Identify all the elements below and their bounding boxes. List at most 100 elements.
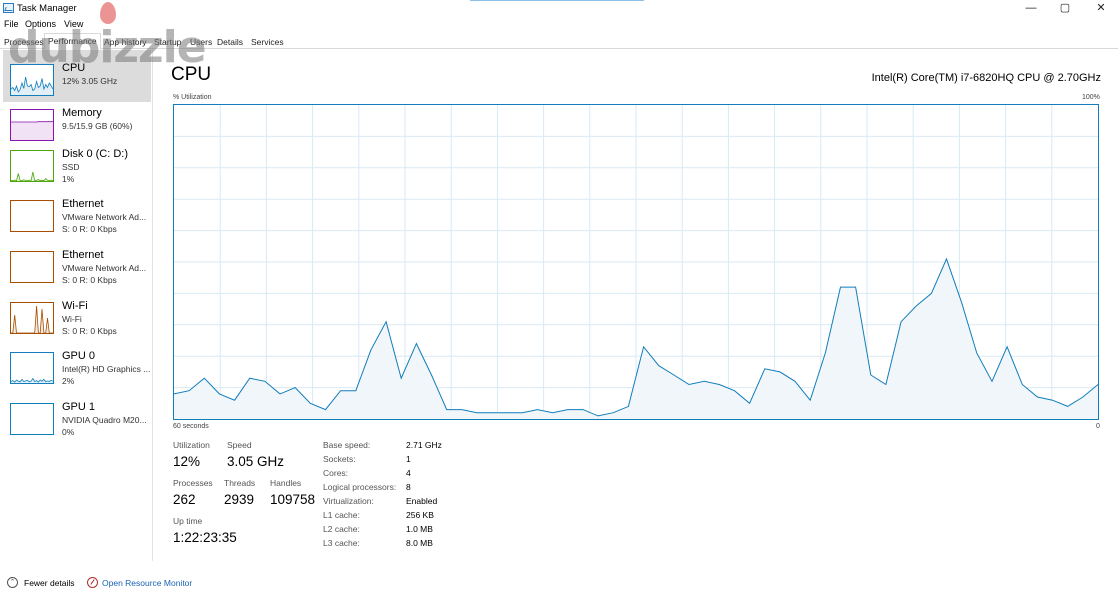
tab-users[interactable]: Users: [187, 35, 215, 49]
fewer-details-link[interactable]: Fewer details: [24, 578, 75, 588]
sidebar-item-value: 0%: [62, 427, 75, 437]
sidebar-item-value: S: 0 R: 0 Kbps: [62, 326, 117, 336]
sidebar-item[interactable]: Wi-Fi Wi-Fi S: 0 R: 0 Kbps: [3, 296, 151, 344]
processes-label: Processes: [173, 478, 213, 488]
sidebar-item-title: GPU 0: [62, 350, 96, 362]
sidebar-thumbnail-graph: [10, 64, 54, 96]
task-manager-icon: [3, 3, 14, 13]
title-accent-line: [470, 0, 644, 1]
info-value: 1: [406, 454, 411, 464]
processes-value: 262: [173, 492, 196, 507]
handles-label: Handles: [270, 478, 302, 488]
info-label: L3 cache:: [323, 538, 360, 548]
sidebar-item-detail: SSD: [62, 162, 80, 172]
info-value: 8: [406, 482, 411, 492]
info-label: Virtualization:: [323, 496, 374, 506]
close-button[interactable]: ✕: [1086, 1, 1116, 15]
cpu-model-name: Intel(R) Core(TM) i7-6820HQ CPU @ 2.70GH…: [871, 72, 1101, 84]
page-title: CPU: [171, 64, 212, 85]
sidebar-item-detail: NVIDIA Quadro M20...: [62, 415, 147, 425]
thumbnail-area: [11, 121, 53, 140]
thumbnail-area: [11, 306, 53, 333]
info-label: L2 cache:: [323, 524, 360, 534]
sidebar-item[interactable]: GPU 0 Intel(R) HD Graphics ... 2%: [3, 346, 151, 394]
speed-value: 3.05 GHz: [227, 454, 285, 469]
sidebar-thumbnail-graph: [10, 150, 54, 182]
sidebar-item-value: S: 0 R: 0 Kbps: [62, 275, 117, 285]
sidebar-item-title: CPU: [62, 62, 86, 74]
sidebar-item-detail: VMware Network Ad...: [62, 212, 147, 222]
min-axis-label: 0: [1096, 423, 1100, 430]
footer-divider: [0, 561, 1118, 562]
sidebar-item[interactable]: Ethernet VMware Network Ad... S: 0 R: 0 Kb…: [3, 194, 151, 242]
info-value: 4: [406, 468, 411, 478]
resource-monitor-icon[interactable]: [87, 577, 98, 588]
tab-services[interactable]: Services: [248, 35, 287, 49]
cpu-utilization-graph: [173, 104, 1099, 420]
cpu-graph-svg: [173, 105, 1099, 419]
info-value: 2.71 GHz: [406, 440, 442, 450]
info-value: Enabled: [406, 496, 438, 506]
menu-options[interactable]: Options: [25, 19, 56, 29]
sidebar-item[interactable]: CPU 12% 3.05 GHz: [3, 50, 151, 102]
sidebar-item-detail: Intel(R) HD Graphics ...: [62, 364, 151, 374]
sidebar-thumbnail-graph: [10, 352, 54, 384]
open-resource-monitor-link[interactable]: Open Resource Monitor: [102, 578, 192, 588]
menu-view[interactable]: View: [64, 19, 83, 29]
info-value: 256 KB: [406, 510, 434, 520]
resource-sidebar: CPU 12% 3.05 GHz Memory 9.5/15.9 GB (60%) Di…: [0, 50, 153, 562]
time-axis-label: 60 seconds: [173, 423, 209, 430]
uptime-label: Up time: [173, 516, 203, 526]
sidebar-item[interactable]: Ethernet VMware Network Ad... S: 0 R: 0 Kb…: [3, 245, 151, 293]
minimize-button[interactable]: —: [1016, 1, 1046, 15]
info-value: 1.0 MB: [406, 524, 433, 534]
menu-file[interactable]: File: [4, 19, 19, 29]
sidebar-item-title: GPU 1: [62, 401, 96, 413]
sidebar-item-title: Memory: [62, 107, 102, 119]
sidebar-thumbnail-graph: [10, 251, 54, 283]
threads-label: Threads: [224, 478, 256, 488]
sidebar-item-detail: 9.5/15.9 GB (60%): [62, 121, 133, 131]
tab-app-history[interactable]: App history: [101, 35, 150, 49]
thumbnail-line: [11, 121, 53, 123]
title-bar: Task Manager — ▢ ✕: [0, 0, 1118, 17]
window-title: Task Manager: [17, 3, 77, 14]
info-label: Cores:: [323, 468, 349, 478]
tab-performance[interactable]: Performance: [44, 33, 101, 50]
threads-value: 2939: [224, 492, 255, 507]
utilization-axis-label: % Utilization: [173, 94, 212, 101]
info-label: L1 cache:: [323, 510, 360, 520]
sidebar-item-title: Ethernet: [62, 198, 104, 210]
sidebar-thumbnail-graph: [10, 403, 54, 435]
tab-processes[interactable]: Processes: [1, 35, 47, 49]
utilization-value: 12%: [173, 454, 201, 469]
sidebar-item-value: S: 0 R: 0 Kbps: [62, 224, 117, 234]
tab-details[interactable]: Details: [214, 35, 246, 49]
info-value: 8.0 MB: [406, 538, 433, 548]
sidebar-item-detail: VMware Network Ad...: [62, 263, 147, 273]
max-axis-label: 100%: [1082, 94, 1100, 101]
sidebar-item-value: 1%: [62, 174, 75, 184]
sidebar-item[interactable]: Disk 0 (C: D:) SSD 1%: [3, 144, 151, 192]
utilization-label: Utilization: [173, 440, 210, 450]
info-label: Sockets:: [323, 454, 356, 464]
sidebar-item-detail: 12% 3.05 GHz: [62, 76, 118, 86]
tab-bar: Processes Performance App history Startu…: [0, 33, 1118, 50]
sidebar-thumbnail-graph: [10, 200, 54, 232]
sidebar-item-value: 2%: [62, 376, 75, 386]
sidebar-item-detail: Wi-Fi: [62, 314, 82, 324]
chevron-up-icon[interactable]: ⌃: [7, 577, 18, 588]
watermark-flame-icon: [100, 2, 116, 24]
sidebar-item-title: Wi-Fi: [62, 300, 88, 312]
handles-value: 109758: [270, 492, 316, 507]
sidebar-thumbnail-graph: [10, 109, 54, 141]
sidebar-item-title: Disk 0 (C: D:): [62, 148, 128, 160]
uptime-value: 1:22:23:35: [173, 530, 237, 545]
tab-startup[interactable]: Startup: [151, 35, 184, 49]
sidebar-thumbnail-graph: [10, 302, 54, 334]
speed-label: Speed: [227, 440, 252, 450]
info-label: Logical processors:: [323, 482, 397, 492]
sidebar-item-title: Ethernet: [62, 249, 104, 261]
sidebar-item[interactable]: GPU 1 NVIDIA Quadro M20... 0%: [3, 397, 151, 445]
maximize-button[interactable]: ▢: [1050, 1, 1080, 15]
